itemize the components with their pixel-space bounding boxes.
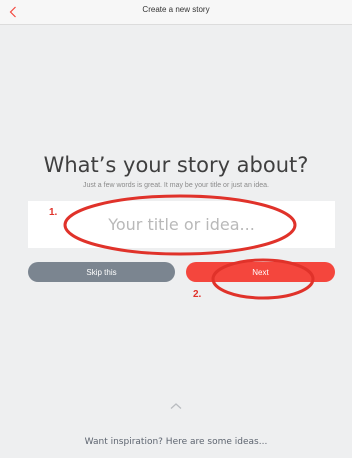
story-prompt-heading: What’s your story about? bbox=[43, 153, 309, 177]
next-button[interactable]: Next bbox=[186, 262, 335, 282]
title-idea-input[interactable] bbox=[28, 201, 335, 248]
inspiration-link[interactable]: Want inspiration? Here are some ideas... bbox=[0, 437, 352, 447]
story-prompt-subtext: Just a few words is great. It may be you… bbox=[83, 182, 269, 189]
top-nav-bar: Create a new story bbox=[0, 0, 352, 25]
skip-button[interactable]: Skip this bbox=[28, 262, 175, 282]
chevron-up-icon bbox=[170, 403, 182, 409]
page-title: Create a new story bbox=[142, 5, 210, 14]
expand-ideas-button[interactable] bbox=[170, 397, 182, 409]
annotation-marker-2: 2. bbox=[193, 289, 202, 300]
annotation-marker-1: 1. bbox=[49, 207, 58, 218]
